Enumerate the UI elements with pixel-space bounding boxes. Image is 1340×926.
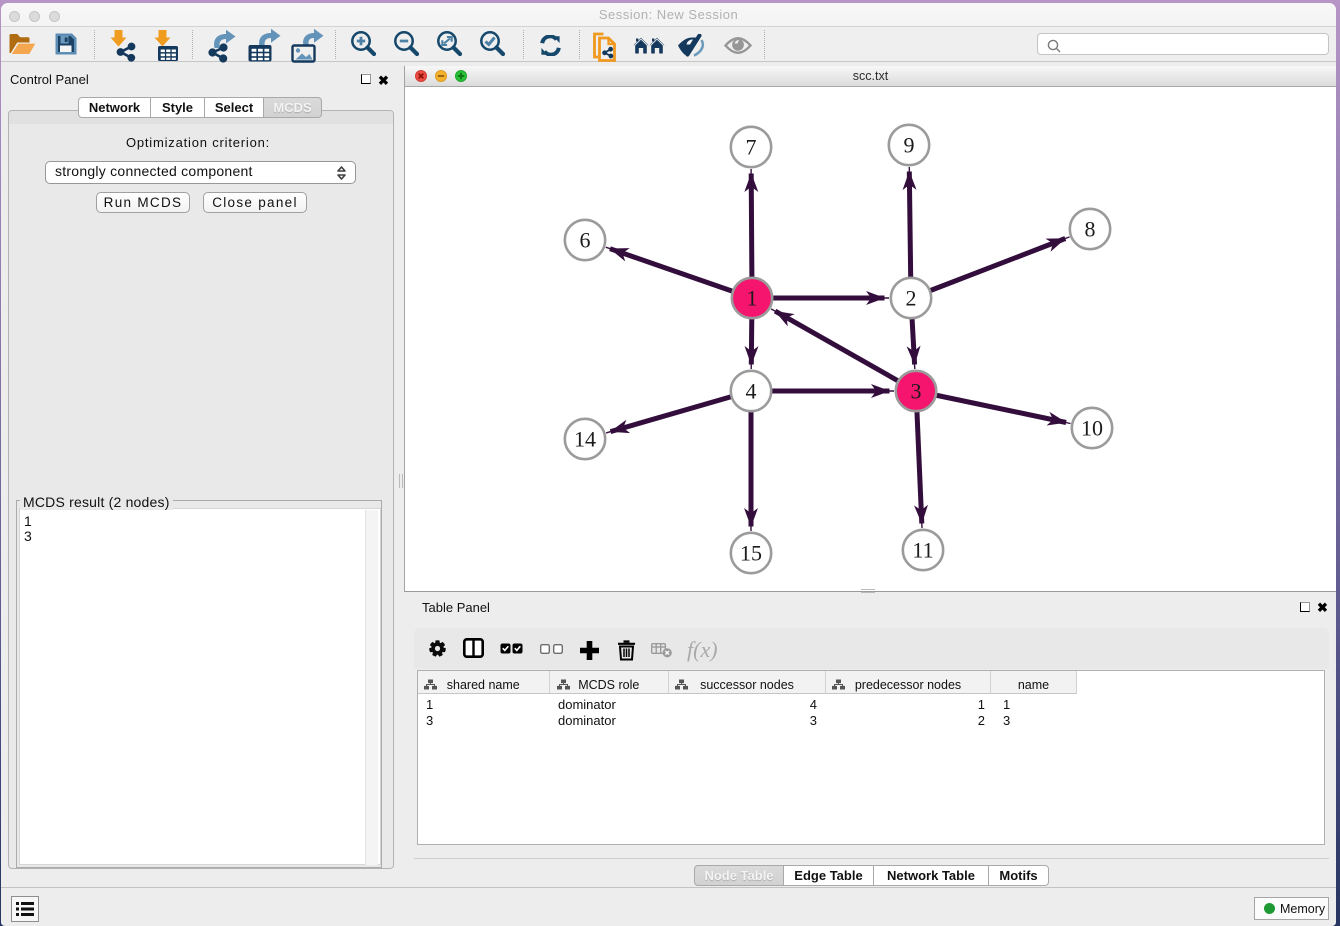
svg-text:3: 3: [911, 379, 922, 404]
svg-text:6: 6: [580, 228, 591, 253]
svg-text:10: 10: [1081, 416, 1103, 441]
svg-text:15: 15: [740, 541, 762, 566]
svg-text:4: 4: [746, 379, 757, 404]
svg-text:11: 11: [912, 538, 933, 563]
svg-text:8: 8: [1085, 217, 1096, 242]
svg-text:2: 2: [906, 286, 917, 311]
svg-text:9: 9: [904, 133, 915, 158]
svg-text:14: 14: [574, 427, 596, 452]
svg-text:1: 1: [747, 286, 758, 311]
svg-text:7: 7: [746, 135, 757, 160]
